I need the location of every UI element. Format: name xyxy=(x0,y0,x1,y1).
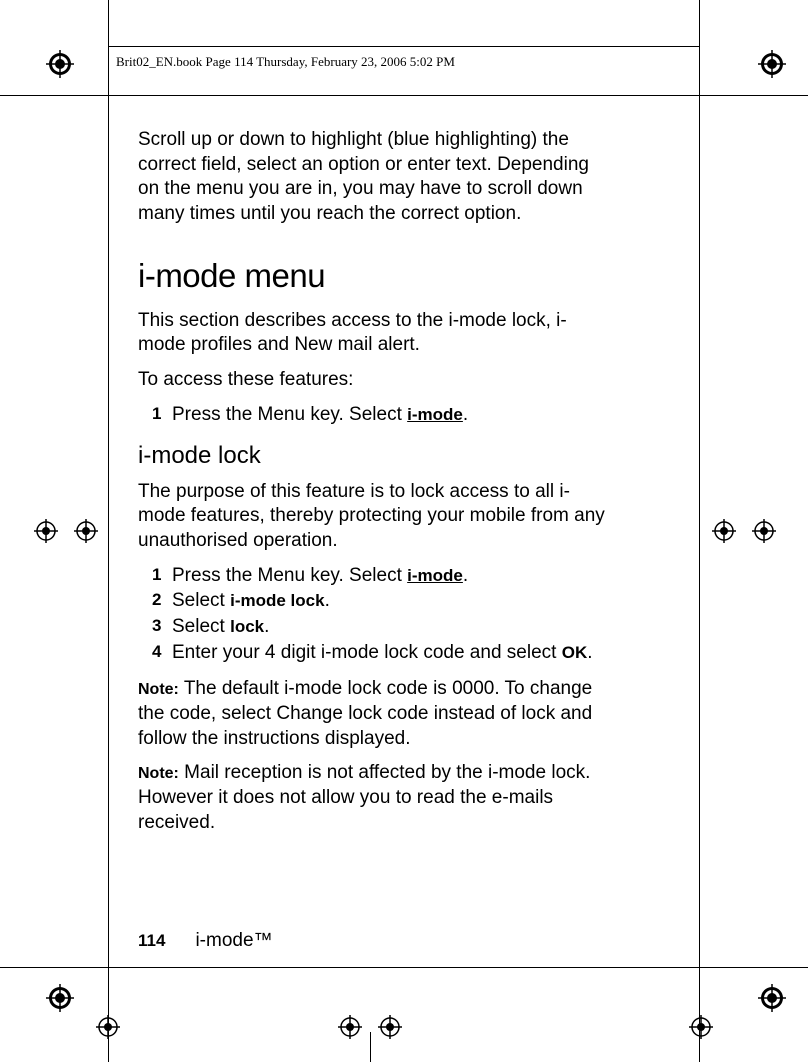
step-number: 2 xyxy=(152,589,172,614)
step-text: Select lock. xyxy=(172,615,608,640)
step-number: 3 xyxy=(152,615,172,640)
registration-mark-icon xyxy=(378,1015,402,1039)
access-instructions: To access these features: xyxy=(138,368,608,393)
step-item: 3 Select lock. xyxy=(152,615,608,640)
step-item: 2 Select i-mode lock. xyxy=(152,589,608,614)
imode-menu-description: This section describes access to the i-m… xyxy=(138,309,608,358)
registration-mark-icon xyxy=(758,50,786,78)
registration-mark-icon xyxy=(752,519,776,543)
access-steps: 1 Press the Menu key. Select i-mode. xyxy=(152,403,608,428)
registration-mark-icon xyxy=(689,1015,713,1039)
step-item: 1 Press the Menu key. Select i-mode. xyxy=(152,403,608,428)
registration-mark-icon xyxy=(46,984,74,1012)
note-default-code: Note: The default i-mode lock code is 00… xyxy=(138,677,608,751)
registration-mark-icon xyxy=(34,519,58,543)
registration-mark-icon xyxy=(712,519,736,543)
step-number: 1 xyxy=(152,564,172,589)
note-mail-reception: Note: Mail reception is not affected by … xyxy=(138,761,608,835)
page-frame-left xyxy=(108,0,109,1062)
imode-lock-description: The purpose of this feature is to lock a… xyxy=(138,480,608,554)
step-item: 1 Press the Menu key. Select i-mode. xyxy=(152,564,608,589)
step-text: Press the Menu key. Select i-mode. xyxy=(172,403,608,428)
page-footer: 114 i-mode™ xyxy=(138,930,273,952)
crop-mark-icon xyxy=(370,1032,371,1062)
page-frame-top xyxy=(0,95,808,96)
header-rule xyxy=(108,46,700,47)
footer-section-title: i-mode™ xyxy=(195,930,272,951)
registration-mark-icon xyxy=(46,50,74,78)
step-number: 4 xyxy=(152,641,172,666)
heading-imode-lock: i-mode lock xyxy=(138,442,608,470)
step-text: Enter your 4 digit i-mode lock code and … xyxy=(172,641,608,666)
page-frame-right xyxy=(699,0,700,1062)
page-content: Scroll up or down to highlight (blue hig… xyxy=(138,128,608,845)
step-number: 1 xyxy=(152,403,172,428)
page-frame-bottom xyxy=(0,967,808,968)
step-text: Select i-mode lock. xyxy=(172,589,608,614)
registration-mark-icon xyxy=(74,519,98,543)
intro-paragraph: Scroll up or down to highlight (blue hig… xyxy=(138,128,608,227)
registration-mark-icon xyxy=(758,984,786,1012)
registration-mark-icon xyxy=(338,1015,362,1039)
lock-steps: 1 Press the Menu key. Select i-mode. 2 S… xyxy=(152,564,608,666)
book-page-header: Brit02_EN.book Page 114 Thursday, Februa… xyxy=(116,54,455,70)
page-number: 114 xyxy=(138,931,165,950)
step-text: Press the Menu key. Select i-mode. xyxy=(172,564,608,589)
step-item: 4 Enter your 4 digit i-mode lock code an… xyxy=(152,641,608,666)
heading-imode-menu: i-mode menu xyxy=(138,257,608,295)
